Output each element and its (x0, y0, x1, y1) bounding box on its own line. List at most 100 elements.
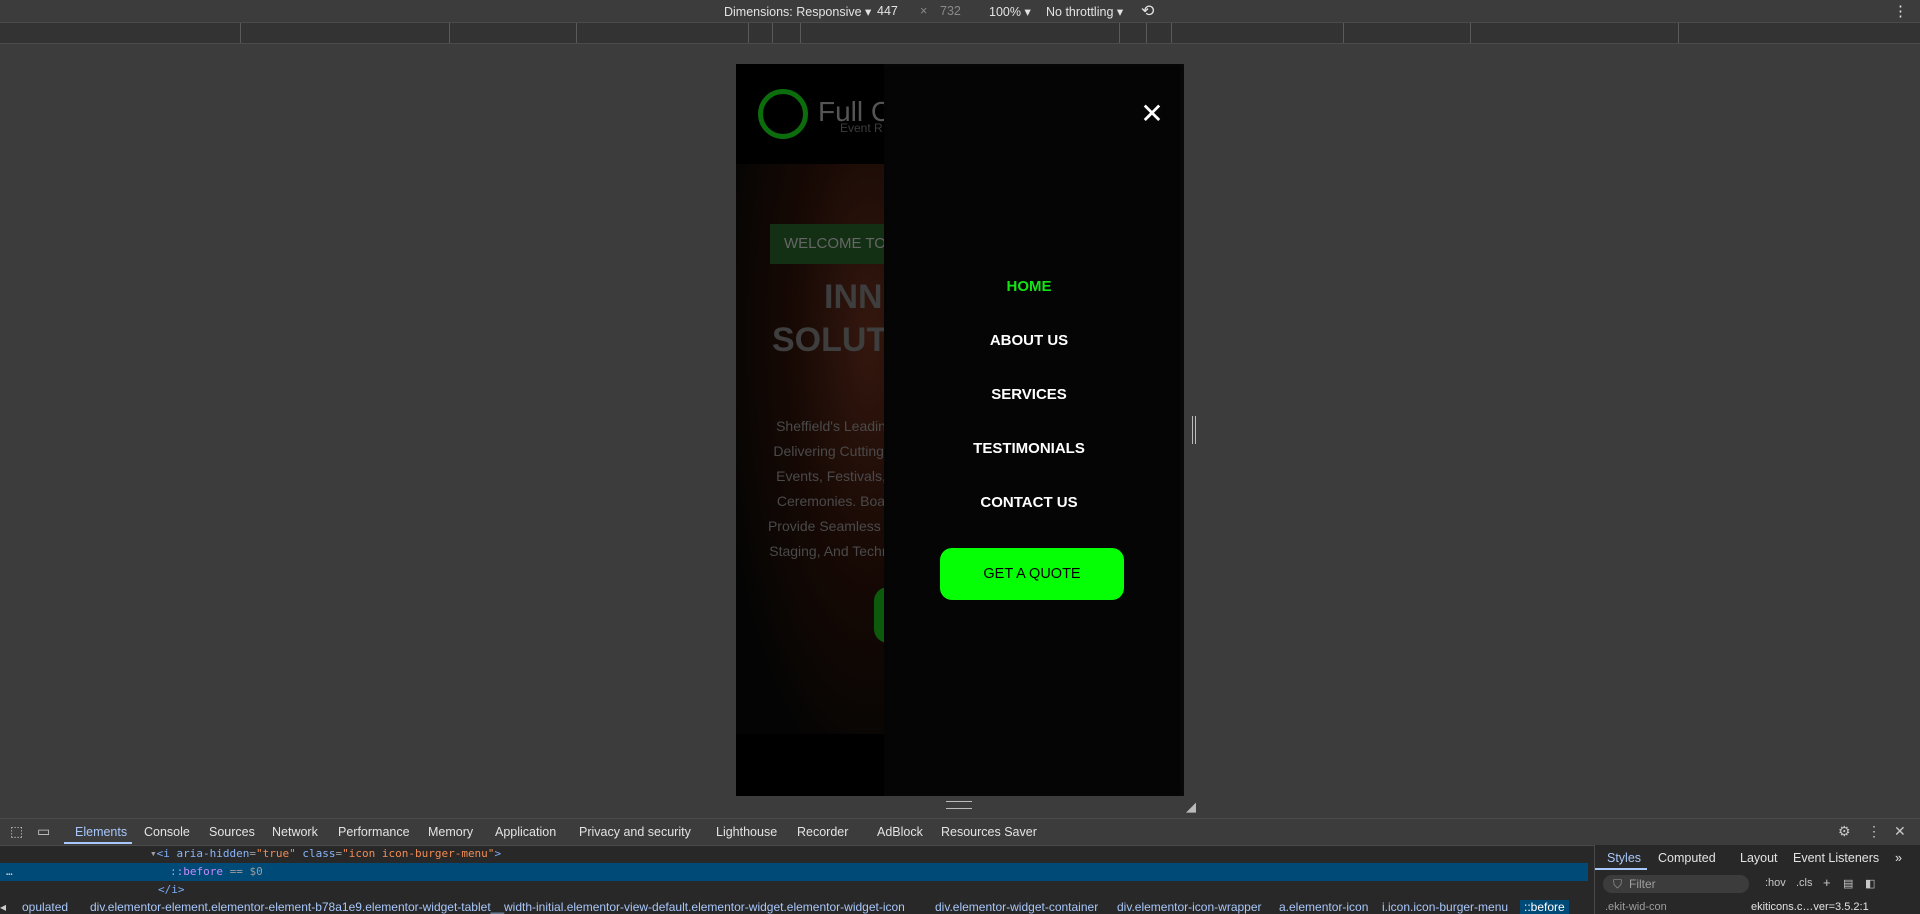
breadcrumb: ◂ opulated div.elementor-element.element… (0, 899, 1588, 914)
style-rule-source[interactable]: ekiticons.c…ver=3.5.2:1 (1751, 901, 1869, 913)
tag-close: > (494, 847, 502, 860)
breadcrumb-item-selected[interactable]: ::before (1520, 900, 1569, 914)
attr-name: class (295, 847, 336, 860)
headline-line-2: SOLUTION (772, 321, 884, 359)
device-toolbar: Dimensions: Responsive ▾ 447 × 732 100% … (0, 0, 1920, 23)
dom-node-before-selected[interactable]: … ::before == $0 (0, 863, 1588, 881)
ruler-tick[interactable] (1343, 23, 1344, 43)
close-devtools-icon[interactable]: ✕ (1894, 823, 1906, 840)
width-input[interactable]: 447 (877, 4, 898, 18)
dom-node-close[interactable]: </i> (0, 881, 1588, 899)
attr-value: "true" (255, 847, 296, 860)
ruler-tick[interactable] (240, 23, 241, 43)
ellipsis-icon[interactable]: … (6, 863, 13, 881)
cls-toggle[interactable]: .cls (1796, 877, 1813, 889)
tab-recorder[interactable]: Recorder (797, 825, 848, 839)
attr-eq: = (249, 847, 256, 860)
tab-adblock[interactable]: AdBlock (877, 825, 923, 839)
menu-item-testimonials[interactable]: TESTIMONIALS (884, 440, 1174, 457)
resize-handle-right[interactable] (1192, 416, 1196, 444)
expand-arrow-icon[interactable]: ▾ (150, 847, 157, 860)
breadcrumb-item[interactable]: i.icon.icon-burger-menu (1382, 900, 1508, 914)
dimensions-dropdown[interactable]: Dimensions: Responsive ▾ (724, 4, 871, 19)
breadcrumb-scroll-left-icon[interactable]: ◂ (0, 900, 6, 914)
chevron-down-icon: ▾ (1024, 5, 1031, 19)
styles-filter-input[interactable]: ⛉ Filter (1603, 875, 1749, 893)
tab-performance[interactable]: Performance (338, 825, 410, 839)
device-toolbar-icon[interactable]: ▭ (37, 823, 50, 840)
dom-node-i[interactable]: ▾<i aria-hidden="true" class="icon icon-… (0, 845, 1588, 863)
inspect-element-icon[interactable]: ⬚ (10, 823, 23, 840)
menu-item-about-us[interactable]: ABOUT US (884, 332, 1174, 349)
rotate-icon[interactable]: ⟲ (1141, 1, 1154, 21)
menu-item-services[interactable]: SERVICES (884, 386, 1174, 403)
devtools-panel: ⬚ ▭ Elements Console Sources Network Per… (0, 818, 1920, 914)
tab-privacy-and-security[interactable]: Privacy and security (579, 825, 691, 839)
throttling-label: No throttling (1046, 5, 1114, 19)
throttling-dropdown[interactable]: No throttling ▾ (1046, 4, 1123, 19)
breadcrumb-item[interactable]: div.elementor-element.elementor-element-… (90, 900, 905, 914)
ruler-tick[interactable] (576, 23, 577, 43)
resize-handle-bottom[interactable] (946, 801, 972, 809)
chevron-down-icon: ▾ (865, 5, 872, 19)
zoom-dropdown[interactable]: 100% ▾ (989, 4, 1031, 19)
breadcrumb-item[interactable]: opulated (22, 900, 68, 914)
ruler-tick[interactable] (1119, 23, 1120, 43)
breadcrumb-item[interactable]: div.elementor-widget-container (935, 900, 1098, 914)
device-viewport: Full C Event R WELCOME TO INNO SOLUTION … (736, 64, 1184, 796)
more-options-icon[interactable]: ⋮ (1893, 2, 1908, 20)
ruler-tick[interactable] (1470, 23, 1471, 43)
ruler-tick[interactable] (1171, 23, 1172, 43)
hero-cta-button[interactable] (874, 587, 884, 643)
ruler-tick[interactable] (748, 23, 749, 43)
new-rule-icon[interactable]: + (1823, 875, 1831, 890)
hero-paragraph: Sheffield's Leadin Delivering Cutting- E… (746, 414, 884, 564)
tab-memory[interactable]: Memory (428, 825, 473, 839)
pseudo-element: ::before (170, 865, 223, 878)
get-a-quote-button[interactable]: GET A QUOTE (940, 548, 1124, 600)
welcome-badge: WELCOME TO (770, 224, 884, 264)
more-options-icon[interactable]: ⋮ (1867, 823, 1881, 840)
logo-subtitle: Event R (840, 121, 883, 135)
ruler-tick[interactable] (800, 23, 801, 43)
tab-network[interactable]: Network (272, 825, 318, 839)
active-tab-indicator (64, 842, 132, 844)
attr-name: aria-hidden (176, 847, 250, 860)
menu-item-contact-us[interactable]: CONTACT US (884, 494, 1174, 511)
paint-icon[interactable]: ▤ (1843, 877, 1853, 890)
tab-resources-saver[interactable]: Resources Saver (941, 825, 1037, 839)
breadcrumb-item[interactable]: a.elementor-icon (1279, 900, 1368, 914)
times-icon: × (920, 4, 928, 18)
tab-lighthouse[interactable]: Lighthouse (716, 825, 777, 839)
settings-gear-icon[interactable]: ⚙ (1838, 823, 1851, 840)
style-rule-selector: .ekit-wid-con (1605, 901, 1667, 913)
ruler-tick[interactable] (449, 23, 450, 43)
tab-styles[interactable]: Styles (1607, 851, 1641, 865)
ruler-tick[interactable] (1146, 23, 1147, 43)
sidebar-toggle-icon[interactable]: ◧ (1865, 877, 1875, 890)
tab-computed[interactable]: Computed (1658, 851, 1716, 865)
tab-sources[interactable]: Sources (209, 825, 255, 839)
tab-event-listeners[interactable]: Event Listeners (1793, 851, 1879, 865)
tab-layout[interactable]: Layout (1740, 851, 1778, 865)
tag-close: </i> (158, 883, 185, 896)
hero-paragraph-line: Delivering Cutting- (773, 443, 884, 459)
resize-corner-icon[interactable]: ◢ (1186, 800, 1200, 814)
hov-toggle[interactable]: :hov (1765, 877, 1786, 889)
hero-headline: INNO SOLUTION (772, 276, 884, 362)
height-input[interactable]: 732 (940, 4, 961, 18)
close-icon[interactable]: ✕ (1138, 100, 1166, 128)
tab-console[interactable]: Console (144, 825, 190, 839)
more-tabs-icon[interactable]: » (1895, 851, 1902, 865)
attr-value: "icon icon-burger-menu" (342, 847, 495, 860)
styles-pane: Styles Computed Layout Event Listeners »… (1594, 845, 1920, 914)
tab-elements[interactable]: Elements (75, 825, 127, 839)
breadcrumb-item[interactable]: div.elementor-icon-wrapper (1117, 900, 1262, 914)
offcanvas-menu: ✕ HOME ABOUT US SERVICES TESTIMONIALS CO… (884, 64, 1184, 796)
ruler-tick[interactable] (1678, 23, 1679, 43)
tab-application[interactable]: Application (495, 825, 556, 839)
page-background: Full C Event R WELCOME TO INNO SOLUTION … (736, 64, 884, 796)
ruler-tick[interactable] (772, 23, 773, 43)
styles-tab-indicator (1595, 868, 1647, 870)
menu-item-home[interactable]: HOME (884, 278, 1174, 295)
